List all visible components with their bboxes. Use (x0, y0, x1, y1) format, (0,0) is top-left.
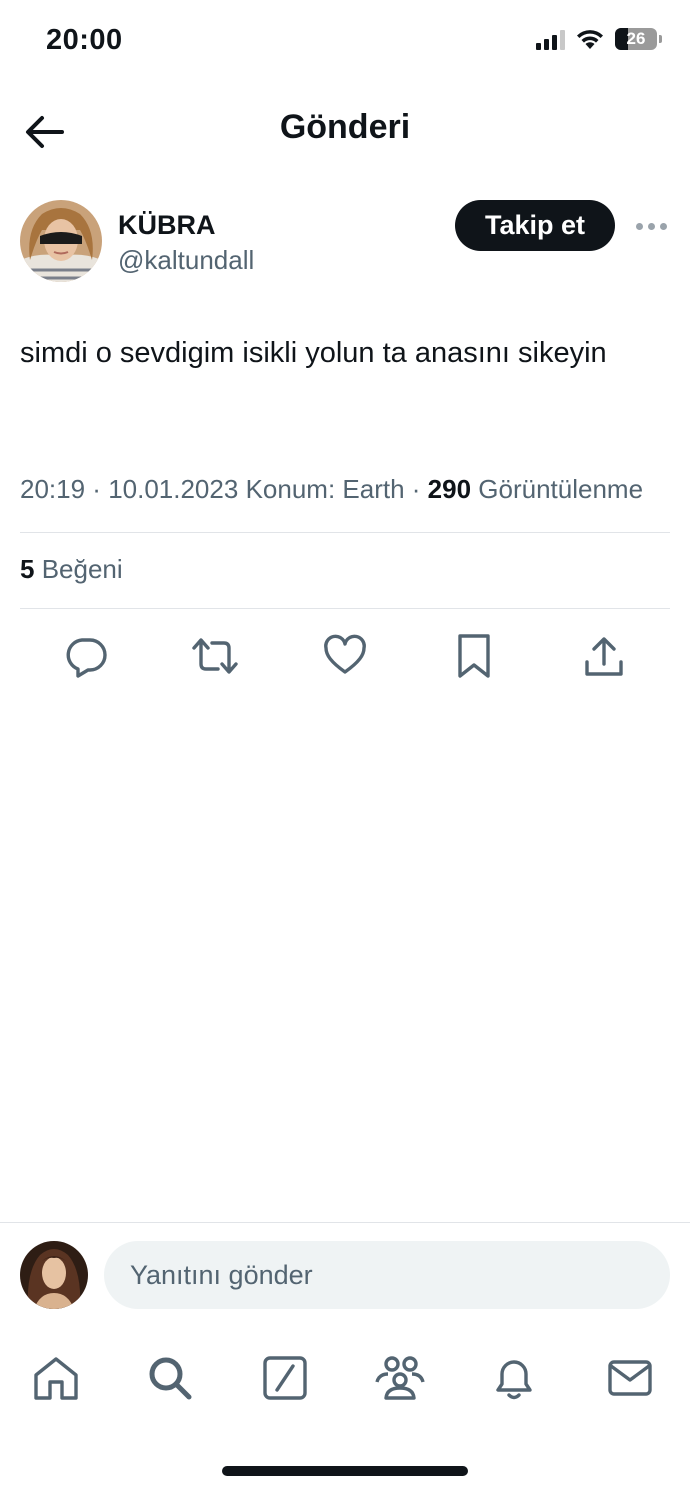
like-button[interactable] (317, 628, 373, 684)
bookmark-icon (458, 634, 490, 678)
more-options-button[interactable] (632, 214, 670, 238)
wifi-icon (577, 30, 603, 49)
follow-button[interactable]: Takip et (455, 200, 615, 251)
author-avatar-image (20, 200, 102, 282)
status-time: 20:00 (46, 24, 123, 56)
battery-level: 26 (626, 29, 646, 48)
tweet-author: KÜBRA @kaltundall Takip et (20, 200, 670, 290)
author-handle[interactable]: @kaltundall (118, 245, 254, 276)
communities-icon (375, 1356, 425, 1400)
divider (20, 532, 670, 533)
tweet-actions (20, 628, 670, 684)
page-title: Gönderi (279, 108, 411, 146)
tweet-text: simdi o sevdigim isikli yolun ta anasını… (20, 337, 607, 369)
home-indicator[interactable] (222, 1466, 468, 1476)
search-icon (149, 1357, 192, 1400)
more-horizontal-icon (635, 222, 643, 230)
divider (20, 608, 670, 609)
battery-cap (659, 35, 662, 43)
share-icon (585, 637, 623, 676)
tab-messages[interactable] (598, 1346, 662, 1410)
tweet-date: 10.01.2023 (108, 474, 239, 504)
tab-search[interactable] (138, 1346, 202, 1410)
compose-icon (263, 1356, 307, 1400)
tweet-meta: 20:19 · 10.01.2023 Konum: Earth · 290 Gö… (20, 474, 644, 504)
user-avatar[interactable] (20, 1241, 88, 1309)
share-button[interactable] (576, 628, 632, 684)
bookmark-button[interactable] (446, 628, 502, 684)
tab-compose[interactable] (253, 1346, 317, 1410)
like-icon (324, 634, 366, 674)
views-count: 290 (427, 474, 472, 504)
status-bar: 20:00 26 (0, 0, 690, 84)
likes-label: Beğeni (41, 554, 123, 584)
user-avatar-image (20, 1241, 88, 1309)
tab-communities[interactable] (368, 1346, 432, 1410)
tweet-location: Konum: Earth (245, 474, 405, 504)
views-label: Görüntülenme (478, 474, 644, 504)
reply-button[interactable] (58, 628, 114, 684)
likes-summary[interactable]: 5 Beğeni (20, 554, 123, 585)
bottom-tab-bar (0, 1346, 690, 1410)
tweet-time: 20:19 (20, 474, 86, 504)
messages-icon (608, 1360, 652, 1396)
home-icon (34, 1357, 78, 1400)
author-avatar[interactable] (20, 200, 102, 282)
reply-bar (0, 1222, 690, 1322)
notifications-icon (496, 1360, 532, 1400)
page-header: Gönderi (0, 96, 690, 166)
tab-notifications[interactable] (482, 1346, 546, 1410)
signal-icon (536, 28, 565, 50)
likes-count: 5 (20, 554, 35, 584)
reply-input[interactable] (104, 1241, 670, 1309)
author-name[interactable]: KÜBRA (118, 210, 216, 241)
battery-icon: 26 (615, 28, 657, 50)
tab-home[interactable] (24, 1346, 88, 1410)
retweet-icon (192, 638, 238, 674)
status-indicators: 26 (536, 28, 662, 50)
reply-icon (66, 638, 107, 678)
retweet-button[interactable] (187, 628, 243, 684)
